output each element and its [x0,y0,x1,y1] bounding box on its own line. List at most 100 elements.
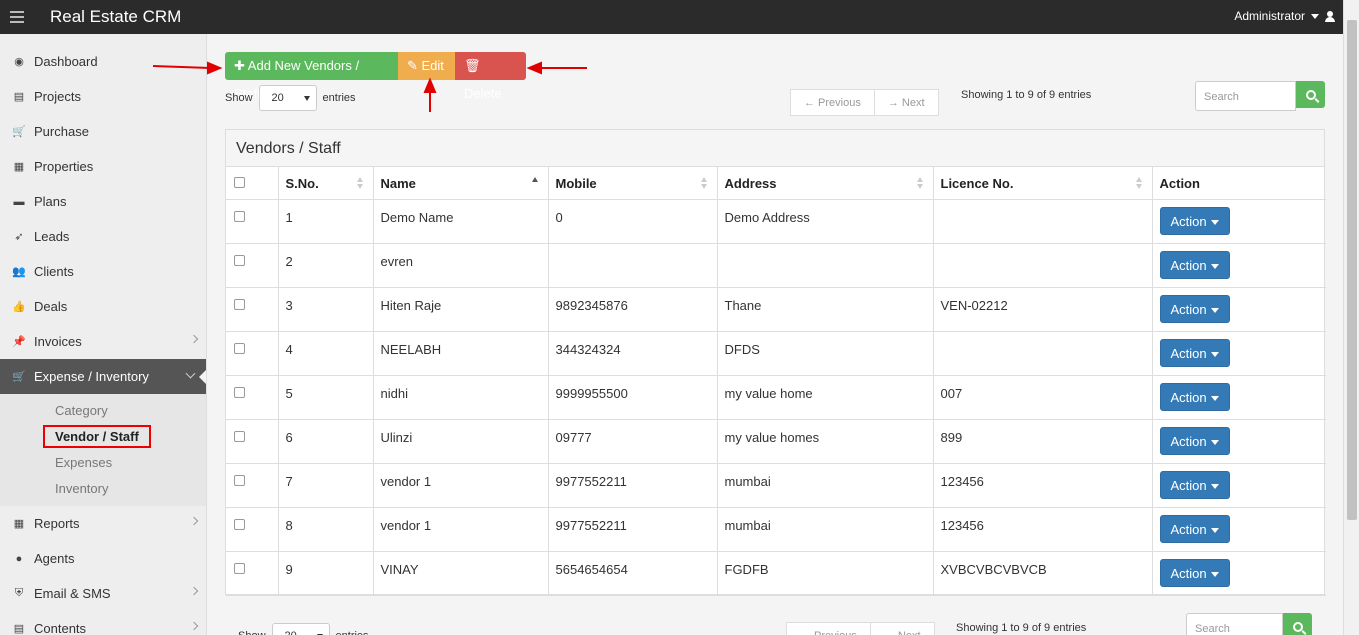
sidebar-item-properties[interactable]: ▦ Properties [0,149,206,184]
sidebar-item-invoices[interactable]: 📌 Invoices [0,324,206,359]
table-row[interactable]: 1 Demo Name 0 Demo Address Action [226,199,1326,244]
chevron-down-icon [1210,263,1219,269]
search-input-bottom[interactable]: Search [1186,613,1283,635]
search-button-bottom[interactable] [1283,613,1312,635]
action-dropdown-button[interactable]: Action [1159,382,1230,411]
column-header-address[interactable]: Address [717,167,934,200]
previous-button[interactable]: ← Previous [790,89,875,116]
action-dropdown-button[interactable]: Action [1159,470,1230,499]
hamburger-menu-icon[interactable] [10,11,24,23]
entries-select-bottom[interactable]: 20 [271,623,330,635]
table-row[interactable]: 4 NEELABH 344324324 DFDS Action [226,331,1326,376]
sidebar-item-purchase[interactable]: 🛒 Purchase [0,114,206,149]
column-label: Mobile [555,176,597,191]
next-button[interactable]: → Next [874,89,939,116]
sidebar-item-label: Properties [34,159,94,174]
submenu-item-vendor-staff[interactable]: Vendor / Staff [0,424,206,450]
table-row[interactable]: 9 VINAY 5654654654 FGDFB XVBCVBCVBVCB Action [226,551,1326,596]
row-checkbox[interactable] [234,254,245,266]
sidebar-item-plans[interactable]: ▬ Plans [0,184,206,219]
address-cell: Thane [717,287,934,332]
chevron-right-icon [189,586,199,596]
scrollbar-thumb[interactable] [1347,20,1357,520]
sidebar-item-leads[interactable]: ➶ Leads [0,219,206,254]
previous-button-bottom[interactable]: ← Previous [786,622,871,635]
column-label: Address [724,176,777,191]
action-dropdown-button[interactable]: Action [1159,558,1230,587]
table-row[interactable]: 5 nidhi 9999955500 my value home 007 Action [226,375,1326,420]
action-cell: Action [1152,243,1326,288]
row-checkbox[interactable] [234,298,245,310]
active-indicator [199,370,206,384]
action-dropdown-button[interactable]: Action [1159,514,1230,543]
sidebar-item-agents[interactable]: ● Agents [0,541,206,576]
sidebar-item-dashboard[interactable]: ◉ Dashboard [0,44,206,79]
table-row[interactable]: 6 Ulinzi 09777 my value homes 899 Action [226,419,1326,464]
row-checkbox[interactable] [234,430,245,442]
sidebar-item-label: Purchase [34,124,89,139]
pin-icon: 📌 [12,336,26,348]
action-dropdown-button[interactable]: Action [1159,294,1230,323]
name-cell: NEELABH [373,331,549,376]
mobile-cell: 344324324 [548,331,718,376]
sidebar-item-clients[interactable]: 👥 Clients [0,254,206,289]
table-row[interactable]: 7 vendor 1 9977552211 mumbai 123456 Action [226,463,1326,508]
action-dropdown-button[interactable]: Action [1159,338,1230,367]
row-select-cell [226,463,279,508]
address-cell: FGDFB [717,551,934,596]
name-cell: Ulinzi [373,419,549,464]
edit-icon: ✎ [407,58,422,73]
sidebar-item-expense-inventory[interactable]: 🛒 Expense / Inventory [0,359,206,394]
column-header-sno[interactable]: S.No. [278,167,374,200]
mobile-cell: 09777 [548,419,718,464]
action-dropdown-button[interactable]: Action [1159,250,1230,279]
user-menu[interactable]: Administrator [1234,9,1335,23]
vertical-scrollbar[interactable] [1343,0,1359,635]
table-row[interactable]: 8 vendor 1 9977552211 mumbai 123456 Action [226,507,1326,552]
search-icon [1305,89,1316,100]
row-checkbox[interactable] [234,342,245,354]
action-dropdown-button[interactable]: Action [1159,426,1230,455]
row-checkbox[interactable] [234,474,245,486]
licence-cell [933,331,1153,376]
delete-button[interactable]: 🗑 Delete [455,52,526,101]
column-header-licence[interactable]: Licence No. [933,167,1153,200]
submenu-item-expenses[interactable]: Expenses [0,450,206,476]
row-checkbox[interactable] [234,562,245,574]
column-label: Licence No. [940,176,1014,191]
page-length-control-bottom: Show 20 entries [238,623,369,635]
column-header-name[interactable]: Name [373,167,549,200]
search-button[interactable] [1296,81,1325,108]
entries-select[interactable]: 20 [258,85,317,111]
submenu-item-inventory[interactable]: Inventory [0,476,206,502]
sidebar-item-projects[interactable]: ▤ Projects [0,79,206,114]
chevron-down-icon [1210,219,1219,225]
table-header-row: S.No. Name Mobile Address Licence No. Ac… [226,167,1326,200]
submenu-item-category[interactable]: Category [0,398,206,424]
select-all-checkbox[interactable] [234,177,245,188]
next-button-bottom[interactable]: → Next [870,622,935,635]
sidebar-item-label: Agents [34,551,75,566]
table-row[interactable]: 2 evren Action [226,243,1326,288]
mobile-cell: 9999955500 [548,375,718,420]
sidebar-item-contents[interactable]: ▤ Contents [0,611,206,635]
sidebar-item-reports[interactable]: ▦ Reports [0,506,206,541]
row-select-cell [226,507,279,552]
sidebar-item-deals[interactable]: 👍 Deals [0,289,206,324]
sidebar-item-email-sms[interactable]: ⛨ Email & SMS [0,576,206,611]
table-row[interactable]: 3 Hiten Raje 9892345876 Thane VEN-02212 Actio… [226,287,1326,332]
app-title[interactable]: Real Estate CRM [50,7,181,27]
chevron-down-icon [303,96,310,101]
row-checkbox[interactable] [234,210,245,222]
user-secret-icon: ● [15,552,23,565]
edit-button[interactable]: ✎ Edit [398,52,455,80]
search-input[interactable]: Search [1195,81,1296,111]
add-vendor-button[interactable]: ✚ Add New Vendors / Staff [225,52,398,101]
action-dropdown-button[interactable]: Action [1159,206,1230,235]
action-label: Action [1170,257,1207,273]
row-checkbox[interactable] [234,386,245,398]
sno-cell: 9 [278,551,374,596]
row-checkbox[interactable] [234,518,245,530]
user-name: Administrator [1234,9,1305,23]
column-header-mobile[interactable]: Mobile [548,167,718,200]
